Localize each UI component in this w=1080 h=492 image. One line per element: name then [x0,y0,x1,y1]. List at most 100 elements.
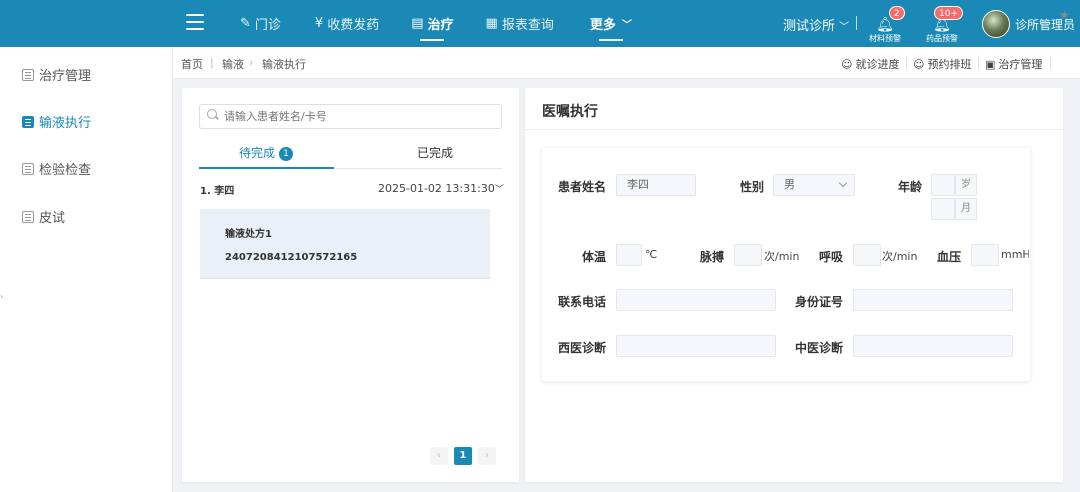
name-field[interactable]: 李四 [616,174,696,196]
sidebar-item-label: 检验检查 [39,163,92,178]
chevron-down-icon [838,178,848,188]
page-number-button[interactable]: 1 [454,447,472,465]
report-icon: ▦ [485,16,498,31]
age-months-input[interactable] [931,198,955,220]
respiration-label: 呼吸 [819,250,844,264]
next-page-button[interactable]: › [478,447,496,465]
phone-label: 联系电话 [558,295,607,309]
prev-page-button[interactable]: ‹ [430,447,448,465]
nav-reports-label: 报表查询 [501,18,554,33]
breadcrumb-home[interactable]: 首页 [181,56,203,72]
pulse-label: 脉搏 [700,250,725,264]
treatment-mgmt-link[interactable]: ▣ 治疗管理 [985,56,1042,72]
temperature-input[interactable] [616,244,642,266]
nav-more[interactable]: 更多 ﹀ [576,0,646,47]
pulse-unit: 次/min [764,250,800,263]
schedule-link[interactable]: ☺ 预约排班 [913,56,971,72]
material-alert[interactable]: 🔔︎ 材料预警 2 [863,6,907,46]
tab-pending[interactable]: 待完成 1 [239,144,294,168]
breadcrumb-bar: 首页 | 输液 › 输液执行 ☺ 就诊进度 ☺ 预约排班 ▣ 治疗管理 [173,47,1080,79]
patient-list-panel: 待完成1 已完成 1. 李四 2025-01-02 13:31:30﹀ 输液处方… [182,88,519,482]
tcm-diagnosis-input[interactable] [853,335,1013,357]
search-input[interactable] [199,104,502,129]
avatar[interactable] [982,10,1010,38]
nav-treatment-label: 治疗 [427,18,454,33]
sidebar-item-treatment-management[interactable]: 治疗管理 [22,65,91,84]
blood-pressure-unit: mmH [1001,248,1029,261]
tab-completed[interactable]: 已完成 [417,144,453,168]
nav-treatment[interactable]: ▤ 治疗 [397,0,467,47]
drug-alert[interactable]: 🔔︎ 药品预警 10+ [920,6,964,46]
user-card-icon [22,68,34,81]
divider [978,57,979,69]
user-card-icon: ▣ [985,57,996,71]
phone-input[interactable] [616,289,776,311]
doctor-icon: ☺ [841,57,853,71]
sidebar-item-label: 皮试 [39,211,66,226]
breadcrumb-current: 输液执行 [262,58,306,71]
patient-name[interactable]: 1. 李四 [200,182,234,197]
divider [906,57,907,69]
prescription-code: 2407208412107572165 [225,252,358,263]
material-alert-badge: 2 [889,6,905,20]
treatment-mgmt-label: 治疗管理 [998,58,1043,71]
visit-progress-link[interactable]: ☺ 就诊进度 [841,56,899,72]
temperature-label: 体温 [582,250,607,264]
chevron-right-icon: › [249,56,254,69]
age-years-input[interactable] [931,174,955,196]
edit-icon: ✎ [240,16,251,31]
blood-pressure-input[interactable] [971,244,999,266]
clinic-name: 测试诊所 [783,19,836,34]
divider [525,129,1063,130]
treatment-icon: ▤ [411,16,424,31]
nav-billing[interactable]: ¥ 收费发药 [301,0,393,47]
age-year-unit: 岁 [955,174,977,196]
tab-completed-label: 已完成 [417,146,454,160]
age-label: 年龄 [898,180,923,194]
respiration-input[interactable] [853,244,881,266]
divider [856,16,857,30]
drug-alert-badge: 10+ [934,6,963,20]
schedule-label: 预约排班 [927,58,972,71]
doctor-icon: ☺ [913,57,925,71]
patient-time-dropdown[interactable]: 2025-01-02 13:31:30﹀ [378,182,504,195]
clinic-selector[interactable]: 测试诊所 ﹀ [783,15,849,34]
yen-icon: ¥ [314,16,324,31]
name-label: 患者姓名 [558,180,607,194]
sidebar-item-infusion-execution[interactable]: 输液执行 [22,112,91,131]
divider [1050,57,1051,69]
menu-toggle-icon[interactable] [186,14,204,30]
active-tab-indicator [199,167,334,169]
sidebar-collapse-handle[interactable]: › [0,292,3,301]
gender-select[interactable]: 男 [773,174,855,196]
sidebar-item-label: 输液执行 [39,116,92,131]
patient-info-form: 患者姓名 李四 性别 男 年龄 岁 月 体温 ℃ 脉搏 次/min 呼吸 次/m… [542,148,1030,381]
search-icon [207,109,217,119]
pulse-input[interactable] [734,244,762,266]
panel-title: 医嘱执行 [542,104,598,120]
respiration-unit: 次/min [882,250,918,263]
chevron-down-icon: ﹀ [621,20,632,31]
nav-reports[interactable]: ▦ 报表查询 [472,0,568,47]
breadcrumb-infusion[interactable]: 输液 [222,56,244,72]
western-diagnosis-label: 西医诊断 [558,341,607,355]
id-number-input[interactable] [853,289,1013,311]
western-diagnosis-input[interactable] [616,335,776,357]
tab-pending-label: 待完成 [239,146,276,160]
prescription-title: 输液处方1 [225,229,272,240]
blood-pressure-label: 血压 [937,250,962,264]
star-icon[interactable]: ★ [1059,8,1070,22]
sidebar-item-label: 治疗管理 [39,69,92,84]
nav-outpatient[interactable]: ✎ 门诊 [226,0,295,47]
sidebar-item-lab-tests[interactable]: 检验检查 [22,159,91,178]
chevron-down-icon: ﹀ [494,185,504,195]
list-icon [22,210,34,223]
nav-billing-label: 收费发药 [327,18,380,33]
sidebar-item-skin-test[interactable]: 皮试 [22,207,65,226]
logo-area [0,0,173,47]
chevron-down-icon: ﹀ [839,22,850,33]
top-navigation-bar: ✎ 门诊 ¥ 收费发药 ▤ 治疗 ▦ 报表查询 更多 ﹀ 测试诊所 ﹀ 🔔︎ 材… [0,0,1080,47]
prescription-card[interactable]: 输液处方1 2407208412107572165 [200,209,490,279]
nav-outpatient-label: 门诊 [254,18,281,33]
pending-count-badge: 1 [279,147,294,161]
